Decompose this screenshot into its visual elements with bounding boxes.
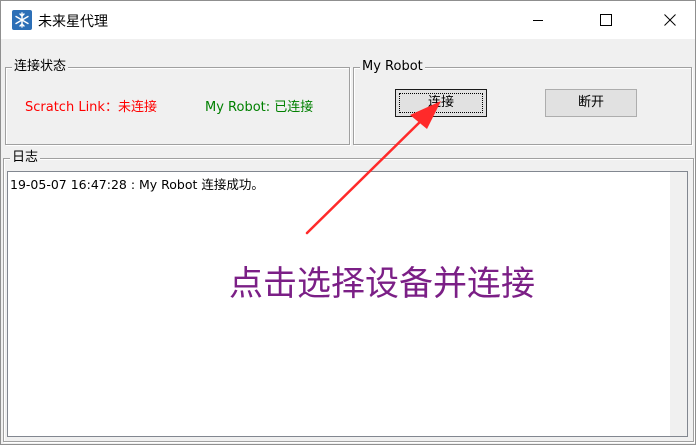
connect-button[interactable]: 连接 — [395, 89, 487, 117]
scratch-link-status: Scratch Link：未连接 — [25, 100, 157, 115]
window-title: 未来星代理 — [38, 14, 108, 30]
disconnect-button[interactable]: 断开 — [545, 89, 637, 117]
maximize-button[interactable] — [583, 1, 629, 39]
connection-status-group: 连接状态 Scratch Link：未连接 My Robot: 已连接 — [5, 59, 350, 145]
disconnect-button-label: 断开 — [577, 95, 604, 110]
my-robot-group: My Robot 连接 断开 — [353, 59, 692, 145]
app-snowflake-icon — [12, 10, 32, 30]
log-scrollbar[interactable] — [670, 172, 687, 436]
instruction-annotation: 点击选择设备并连接 — [229, 264, 535, 304]
connection-status-label: 连接状态 — [12, 59, 69, 75]
app-window: 未来星代理 连接状态 Scratch Link：未连接 My Robot: 已连… — [0, 0, 696, 445]
minimize-button[interactable] — [515, 1, 561, 39]
log-line: 19-05-07 16:47:28 : My Robot 连接成功。 — [10, 177, 264, 192]
focus-ring — [399, 93, 483, 113]
close-button[interactable] — [647, 1, 693, 39]
close-icon — [664, 14, 676, 26]
title-bar[interactable]: 未来星代理 — [1, 1, 695, 39]
robot-status: My Robot: 已连接 — [205, 100, 314, 115]
my-robot-label: My Robot — [360, 59, 425, 75]
maximize-icon — [600, 14, 612, 26]
log-label: 日志 — [10, 150, 41, 166]
minimize-icon — [533, 20, 543, 21]
